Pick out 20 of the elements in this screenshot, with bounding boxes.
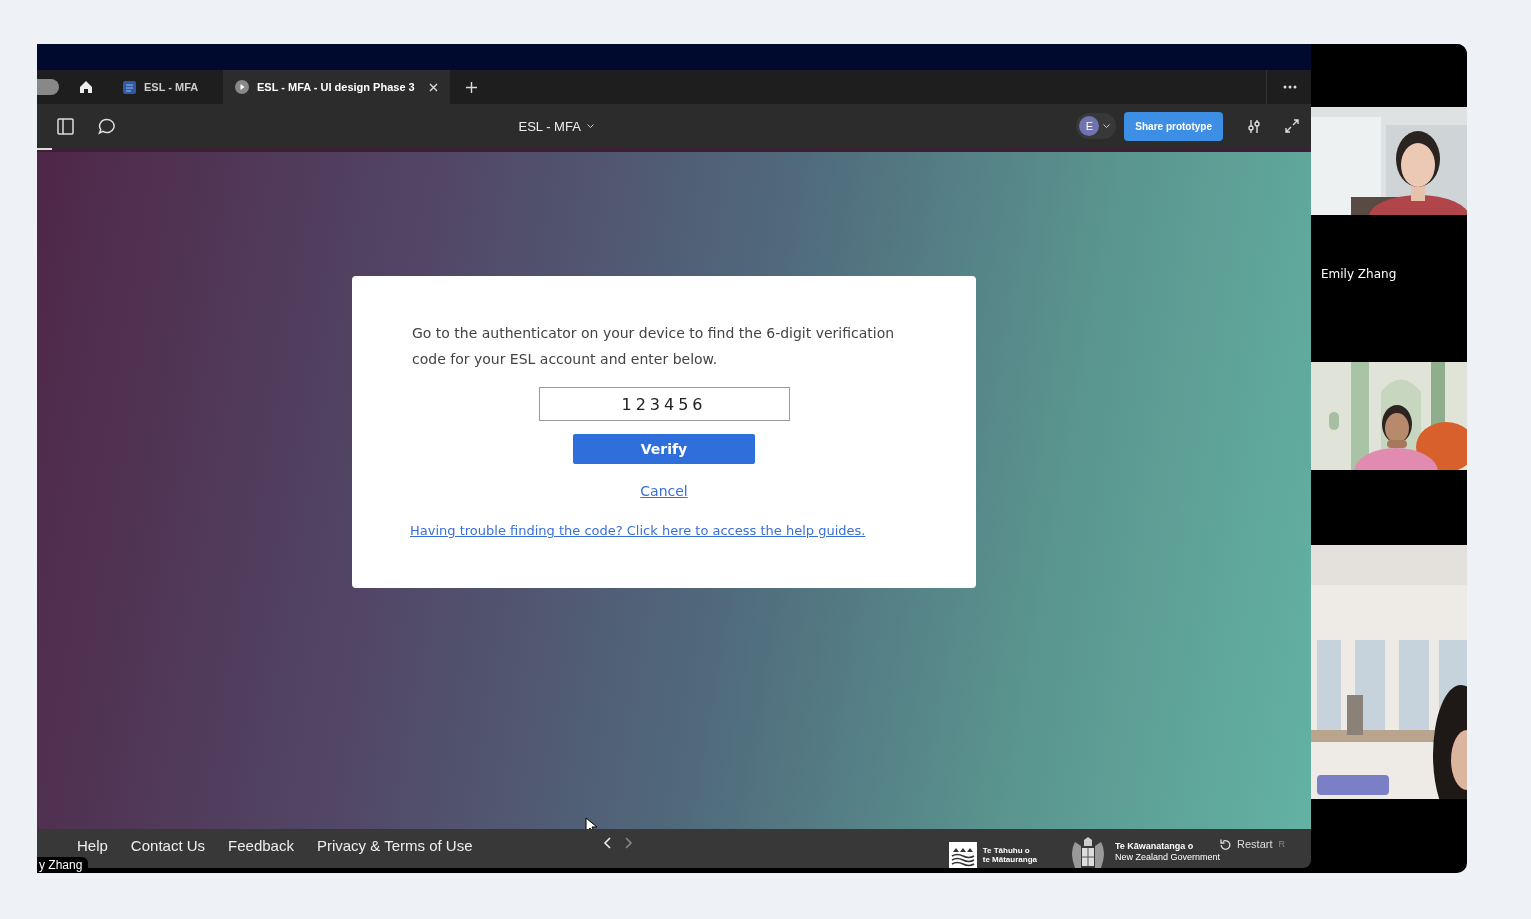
- logo-text: Te Kāwanatanga o: [1114, 841, 1195, 852]
- help-link[interactable]: Having trouble finding the code? Click here to access the help guides.: [410, 523, 866, 538]
- code-field[interactable]: 123456: [538, 387, 790, 421]
- avatar-menu[interactable]: E: [1076, 113, 1117, 139]
- file-name: ESL - MFA: [518, 118, 581, 134]
- verify-button[interactable]: Verify: [573, 434, 755, 464]
- instruction-text: Go to the authenticator on your device to find the 6-digit verification code for your ESL account and enter below.: [412, 324, 896, 369]
- footer-link[interactable]: Feedback: [228, 837, 294, 854]
- logo-text: New Zealand Government: [1114, 852, 1221, 863]
- restart-button[interactable]: Restart R: [1214, 837, 1291, 851]
- browser-tab[interactable]: ESL - MFA - UI design Phase 3: [223, 70, 450, 104]
- footer-link[interactable]: Help: [77, 837, 108, 854]
- footer-link[interactable]: Contact Us: [130, 837, 206, 854]
- participant-name: y Zhang: [37, 857, 89, 873]
- logo-text: Te Tāhuhu o: [982, 846, 1031, 855]
- footer-link[interactable]: Privacy & Terms of Use: [316, 837, 473, 854]
- browser-tab[interactable]: ESL - MFA: [111, 70, 223, 104]
- participant-name: Emily Zhang: [1321, 267, 1397, 281]
- cancel-link[interactable]: Cancel: [640, 483, 688, 499]
- logo-text: te Mātauranga: [982, 855, 1037, 864]
